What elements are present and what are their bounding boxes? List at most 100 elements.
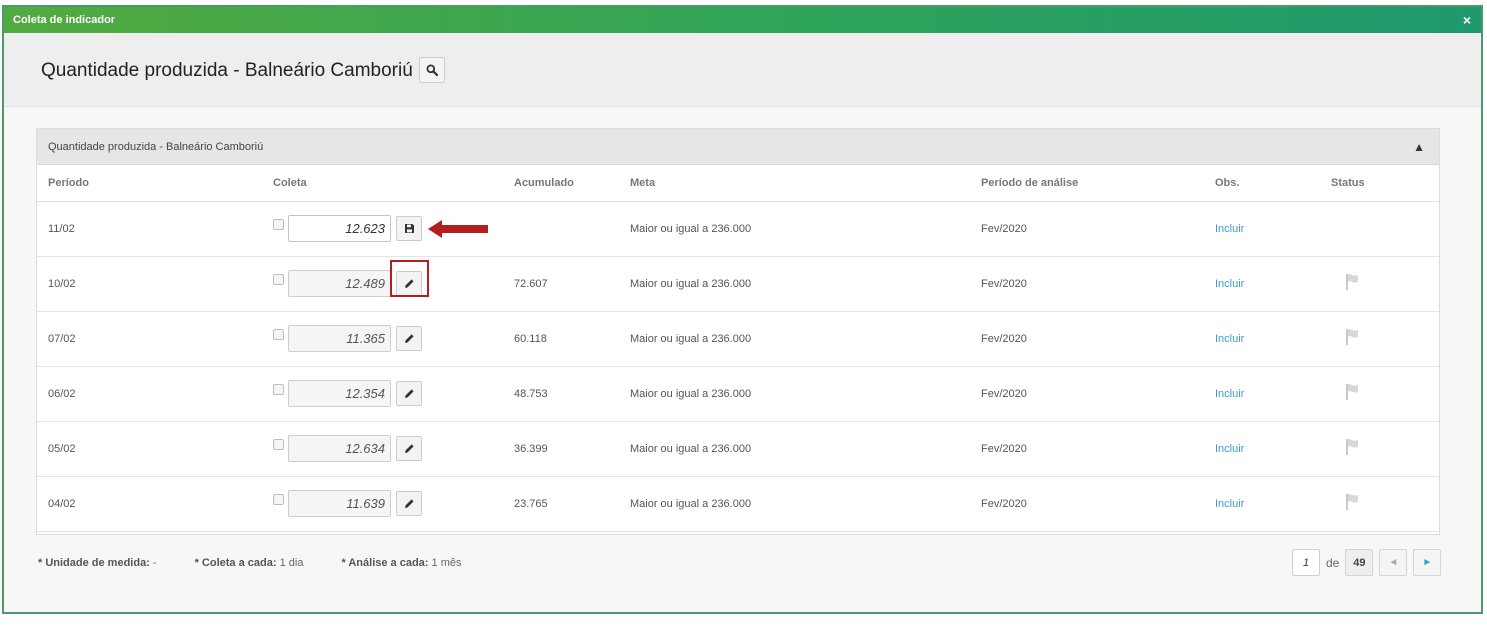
coleta-cell: [273, 215, 514, 242]
cell-meta: Maior ou igual a 236.000: [630, 476, 981, 532]
page-title: Quantidade produzida - Balneário Cambori…: [41, 59, 413, 81]
row-checkbox[interactable]: [273, 439, 284, 450]
coleta-cell: [273, 380, 514, 407]
incluir-obs-link[interactable]: Incluir: [1215, 443, 1244, 455]
flag-icon: [1346, 439, 1358, 455]
col-meta: Meta: [630, 165, 981, 202]
cell-meta: Maior ou igual a 236.000: [630, 311, 981, 367]
cell-periodo: 06/02: [37, 366, 273, 422]
coleta-cell: [273, 325, 514, 352]
row-checkbox[interactable]: [273, 274, 284, 285]
cell-periodo: 07/02: [37, 311, 273, 367]
table-row: 04/02 23.765 Maior ou igual a 236.000 Fe…: [37, 476, 1439, 532]
page-header: Quantidade produzida - Balneário Cambori…: [4, 33, 1481, 107]
edit-button[interactable]: [396, 491, 422, 516]
coleta-value-input[interactable]: [288, 325, 391, 352]
modal-titlebar: Coleta de indicador ×: [4, 7, 1481, 33]
table-row: 10/02 72.607 Maior ou igual a 236.000 Fe…: [37, 256, 1439, 312]
table-row: 05/02 36.399 Maior ou igual a 236.000 Fe…: [37, 421, 1439, 477]
cell-status: [1331, 201, 1439, 257]
pencil-icon: [404, 334, 414, 343]
table-row: 11/02 12.623 Maior ou igual a 236.000 Fe…: [37, 201, 1439, 257]
cell-periodo-analise: Fev/2020: [981, 366, 1215, 422]
coleta-value: 1 dia: [279, 557, 304, 569]
collapse-icon[interactable]: ▲: [1413, 140, 1425, 154]
next-page-button[interactable]: ►: [1413, 549, 1442, 576]
flag-icon: [1346, 494, 1358, 510]
edit-button[interactable]: [396, 436, 422, 461]
table-header-row: Período Coleta Acumulado Meta Período de…: [37, 165, 1439, 202]
coleta-value-input[interactable]: [288, 380, 391, 407]
cell-periodo-analise: Fev/2020: [981, 256, 1215, 312]
col-periodo-analise: Período de análise: [981, 165, 1215, 202]
cell-periodo-analise: Fev/2020: [981, 476, 1215, 532]
table-row: 06/02 48.753 Maior ou igual a 236.000 Fe…: [37, 366, 1439, 422]
cell-meta: Maior ou igual a 236.000: [630, 256, 981, 312]
cell-acumulado: 48.753: [514, 366, 630, 422]
table-row: 07/02 60.118 Maior ou igual a 236.000 Fe…: [37, 311, 1439, 367]
row-checkbox[interactable]: [273, 494, 284, 505]
pencil-icon: [404, 444, 414, 453]
unidade-label: * Unidade de medida:: [38, 557, 150, 569]
cell-acumulado: 23.765: [514, 476, 630, 532]
coleta-value-input[interactable]: [288, 490, 391, 517]
next-arrow-icon: ►: [1422, 557, 1433, 568]
cell-periodo-analise: Fev/2020: [981, 421, 1215, 477]
cell-periodo: 11/02: [37, 201, 273, 257]
coleta-value-input[interactable]: [288, 435, 391, 462]
cell-acumulado: 72.607: [514, 256, 630, 312]
close-icon[interactable]: ×: [1463, 13, 1471, 27]
row-checkbox[interactable]: [273, 384, 284, 395]
collection-table: Período Coleta Acumulado Meta Período de…: [37, 165, 1439, 532]
flag-icon: [1346, 384, 1358, 400]
panel-title: Quantidade produzida - Balneário Cambori…: [48, 140, 264, 153]
cell-periodo: 04/02: [37, 476, 273, 532]
col-obs: Obs.: [1215, 165, 1331, 202]
edit-button[interactable]: [396, 381, 422, 406]
search-icon: [426, 64, 438, 76]
col-periodo: Período: [37, 165, 273, 202]
coleta-cell: [273, 490, 514, 517]
edit-button[interactable]: [396, 326, 422, 351]
incluir-obs-link[interactable]: Incluir: [1215, 498, 1244, 510]
coleta-value-input[interactable]: [288, 215, 391, 242]
incluir-obs-link[interactable]: Incluir: [1215, 388, 1244, 400]
incluir-obs-link[interactable]: Incluir: [1215, 278, 1244, 290]
pagination: de 49 ◄ ►: [1292, 549, 1442, 576]
page-of-label: de: [1326, 555, 1340, 570]
prev-page-button[interactable]: ◄: [1379, 549, 1408, 576]
coleta-value-input[interactable]: [288, 270, 391, 297]
arrow-annotation-icon: [428, 220, 488, 238]
incluir-obs-link[interactable]: Incluir: [1215, 333, 1244, 345]
cell-meta: Maior ou igual a 236.000: [630, 421, 981, 477]
row-checkbox[interactable]: [273, 329, 284, 340]
unidade-info: * Unidade de medida: -: [38, 557, 157, 569]
prev-arrow-icon: ◄: [1388, 557, 1399, 568]
cell-acumulado: 60.118: [514, 311, 630, 367]
page-total: 49: [1345, 549, 1374, 576]
indicator-panel: Quantidade produzida - Balneário Cambori…: [36, 128, 1440, 535]
cell-periodo-analise: Fev/2020: [981, 201, 1215, 257]
analise-label: * Análise a cada:: [341, 557, 429, 569]
coleta-cell: [273, 260, 514, 297]
row-checkbox[interactable]: [273, 219, 284, 230]
coleta-label: * Coleta a cada:: [194, 557, 277, 569]
coleta-cell: [273, 435, 514, 462]
incluir-obs-link[interactable]: Incluir: [1215, 223, 1244, 235]
cell-periodo: 05/02: [37, 421, 273, 477]
pencil-icon: [404, 389, 414, 398]
cell-periodo: 10/02: [37, 256, 273, 312]
col-acumulado: Acumulado: [514, 165, 630, 202]
highlight-annotation-box: [390, 260, 429, 297]
pencil-icon: [404, 499, 414, 508]
col-status: Status: [1331, 165, 1439, 202]
page-number-input[interactable]: [1292, 549, 1320, 576]
modal-title: Coleta de indicador: [13, 14, 116, 26]
panel-header: Quantidade produzida - Balneário Cambori…: [37, 129, 1439, 165]
indicator-info-footer: * Unidade de medida: - * Coleta a cada: …: [38, 557, 500, 569]
save-icon: [404, 224, 414, 233]
cell-meta: Maior ou igual a 236.000: [630, 201, 981, 257]
cell-acumulado: [514, 201, 630, 257]
search-button[interactable]: [418, 56, 445, 83]
save-button[interactable]: [396, 216, 422, 241]
